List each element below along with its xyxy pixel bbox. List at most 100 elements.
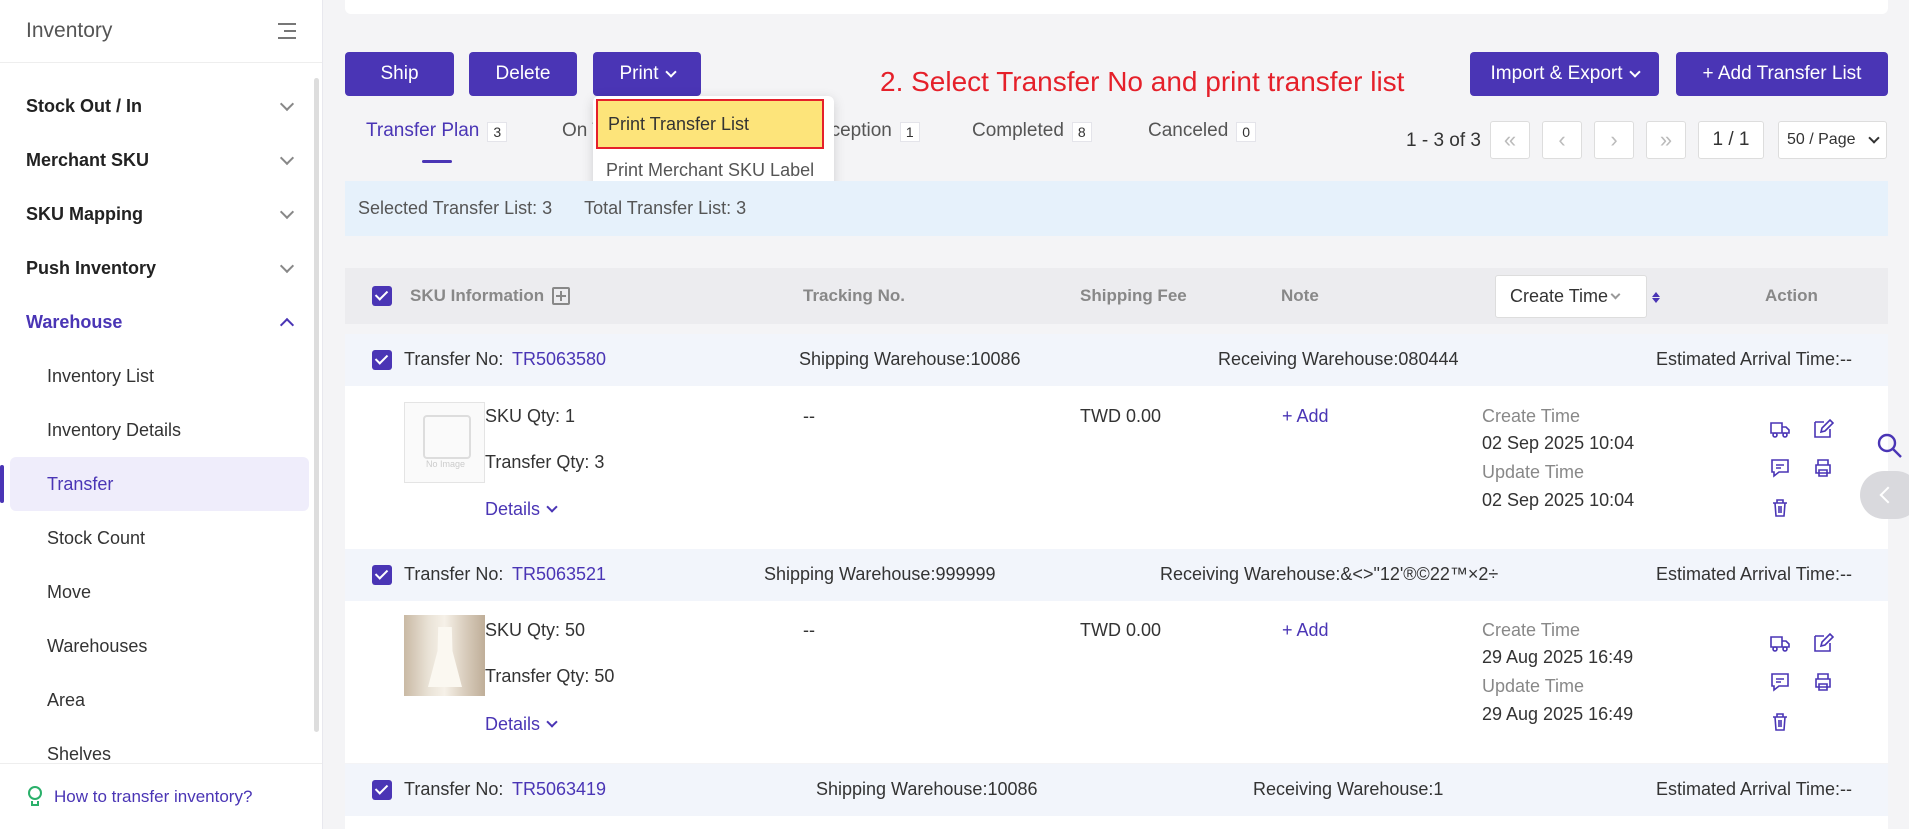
sidebar-subitem-warehouses[interactable]: Warehouses xyxy=(0,619,322,673)
search-icon[interactable] xyxy=(1876,432,1904,460)
collapse-menu-icon[interactable] xyxy=(274,22,296,40)
transfer-no-label: Transfer No: xyxy=(404,779,504,799)
transfer-row-body: SKU Qty: 1 Transfer Qty: 3 Details -- TW… xyxy=(345,386,1888,550)
transfer-no-label: Transfer No: xyxy=(404,349,504,369)
prev-page-button[interactable]: ‹ xyxy=(1542,121,1582,159)
lightbulb-icon xyxy=(26,785,44,808)
sidebar-item-label: SKU Mapping xyxy=(26,203,143,224)
tab-canceled[interactable]: Canceled 0 xyxy=(1148,120,1257,164)
sidebar-item-sku-mapping[interactable]: SKU Mapping xyxy=(0,187,322,241)
transfer-row-header: Transfer No: TR5063521 Shipping Warehous… xyxy=(345,549,1888,601)
create-time-sort-select[interactable]: Create Time xyxy=(1495,275,1647,318)
tab-count: 1 xyxy=(899,122,920,142)
row-checkbox[interactable] xyxy=(372,780,392,800)
details-label: Details xyxy=(485,499,541,519)
transfer-row-header: Transfer No: TR5063580 Shipping Warehous… xyxy=(345,334,1888,386)
page-input[interactable]: 1 / 1 xyxy=(1698,121,1764,159)
chevron-down-icon xyxy=(279,258,295,273)
update-time-value: 29 Aug 2025 16:49 xyxy=(1482,704,1634,724)
import-export-button[interactable]: Import & Export xyxy=(1470,52,1659,96)
page-size-value: 50 / Page xyxy=(1787,131,1856,148)
sidebar-item-warehouse[interactable]: Warehouse xyxy=(0,295,322,349)
column-tracking-no: Tracking No. xyxy=(803,286,906,305)
details-toggle[interactable]: Details xyxy=(485,714,558,735)
receiving-warehouse: Receiving Warehouse:080444 xyxy=(1218,349,1459,369)
details-label: Details xyxy=(485,714,541,734)
add-note-link[interactable]: + Add xyxy=(1282,406,1329,427)
tab-label: Transfer Plan xyxy=(366,120,480,141)
sidebar-subitem-stock-count[interactable]: Stock Count xyxy=(0,511,322,565)
next-page-button[interactable]: › xyxy=(1594,121,1634,159)
ship-button[interactable]: Ship xyxy=(345,52,454,96)
chevron-up-icon xyxy=(279,317,295,332)
tutorial-annotation: 2. Select Transfer No and print transfer… xyxy=(880,66,1405,97)
add-transfer-list-button[interactable]: + Add Transfer List xyxy=(1676,52,1888,96)
log-icon[interactable] xyxy=(1769,457,1791,479)
sidebar-item-stock-out-in[interactable]: Stock Out / In xyxy=(0,79,322,133)
collapse-panel-button[interactable] xyxy=(1860,471,1909,519)
tab-count: 8 xyxy=(1071,122,1092,142)
sidebar-subitem-inventory-details[interactable]: Inventory Details xyxy=(0,403,322,457)
details-toggle[interactable]: Details xyxy=(485,499,558,520)
page-size-select[interactable]: 50 / Page xyxy=(1778,121,1887,159)
tab-completed[interactable]: Completed 8 xyxy=(972,120,1092,164)
selection-summary: Selected Transfer List: 3 Total Transfer… xyxy=(345,181,1888,236)
ship-truck-icon[interactable] xyxy=(1769,632,1791,654)
tab-transfer-plan[interactable]: Transfer Plan 3 xyxy=(366,120,508,164)
chevron-down-icon xyxy=(1868,131,1880,144)
tab-label: Canceled xyxy=(1148,120,1229,141)
add-note-link[interactable]: + Add xyxy=(1282,620,1329,641)
sidebar-item-merchant-sku[interactable]: Merchant SKU xyxy=(0,133,322,187)
help-link[interactable]: How to transfer inventory? xyxy=(54,787,252,807)
delete-button[interactable]: Delete xyxy=(469,52,577,96)
transfer-row-header: Transfer No: TR5063419 Shipping Warehous… xyxy=(345,764,1888,816)
sidebar-title: Inventory xyxy=(26,19,113,42)
ship-button-label: Ship xyxy=(380,63,419,84)
sidebar-subitem-transfer[interactable]: Transfer xyxy=(0,457,309,511)
print-button[interactable]: Print xyxy=(593,52,701,96)
add-transfer-label: + Add Transfer List xyxy=(1702,63,1862,84)
sort-order-icon[interactable] xyxy=(1651,288,1661,306)
row-checkbox[interactable] xyxy=(372,350,392,370)
column-note: Note xyxy=(1281,286,1319,305)
sidebar-subitem-move[interactable]: Move xyxy=(0,565,322,619)
sidebar-subitem-area[interactable]: Area xyxy=(0,673,322,727)
chevron-down-icon xyxy=(1628,66,1641,78)
estimated-arrival: Estimated Arrival Time:-- xyxy=(1656,564,1853,584)
sidebar-subitem-inventory-list[interactable]: Inventory List xyxy=(0,349,322,403)
trash-icon[interactable] xyxy=(1769,711,1791,733)
tracking-no: -- xyxy=(803,406,815,426)
row-checkbox[interactable] xyxy=(372,565,392,585)
receiving-warehouse: Receiving Warehouse:1 xyxy=(1253,779,1444,799)
sidebar-item-push-inventory[interactable]: Push Inventory xyxy=(0,241,322,295)
product-thumbnail xyxy=(404,615,485,696)
print-transfer-list-option[interactable]: Print Transfer List xyxy=(596,99,824,149)
sidebar-scrollbar[interactable] xyxy=(314,78,319,732)
sidebar: Inventory Stock Out / In Merchant SKU SK… xyxy=(0,0,323,829)
shipping-fee: TWD 0.00 xyxy=(1080,406,1162,426)
edit-icon[interactable] xyxy=(1812,418,1834,440)
transfer-no-link[interactable]: TR5063521 xyxy=(512,564,606,585)
expand-all-icon[interactable] xyxy=(552,287,570,305)
select-all-checkbox[interactable] xyxy=(372,286,392,306)
tab-pending-reception[interactable]: eception 1 xyxy=(820,120,920,164)
log-icon[interactable] xyxy=(1769,671,1791,693)
trash-icon[interactable] xyxy=(1769,497,1791,519)
sidebar-header: Inventory xyxy=(0,0,322,63)
sidebar-item-label: Warehouse xyxy=(26,311,123,332)
tab-count: 3 xyxy=(487,122,508,142)
ship-truck-icon[interactable] xyxy=(1769,418,1791,440)
edit-icon[interactable] xyxy=(1812,632,1834,654)
transfer-qty: Transfer Qty: 50 xyxy=(485,666,615,686)
transfer-no-link[interactable]: TR5063580 xyxy=(512,349,606,370)
printer-icon[interactable] xyxy=(1812,457,1834,479)
transfer-row-body xyxy=(345,816,1888,829)
sku-qty: SKU Qty: 1 xyxy=(485,406,576,426)
printer-icon[interactable] xyxy=(1812,671,1834,693)
first-page-button[interactable]: « xyxy=(1490,121,1530,159)
last-page-button[interactable]: » xyxy=(1646,121,1686,159)
sidebar-item-label: Merchant SKU xyxy=(26,149,150,170)
tracking-no: -- xyxy=(803,620,815,640)
transfer-no-link[interactable]: TR5063419 xyxy=(512,779,606,800)
import-export-label: Import & Export xyxy=(1490,63,1623,84)
